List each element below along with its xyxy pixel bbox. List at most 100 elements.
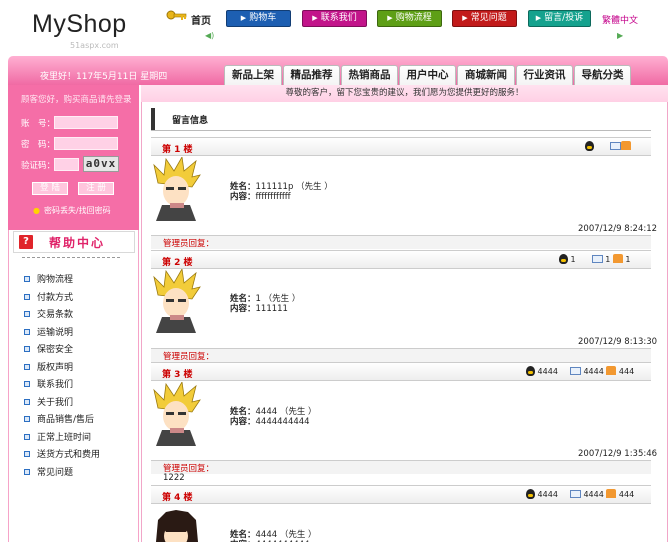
captcha-image[interactable]: a0vx: [83, 156, 119, 172]
mail-icon[interactable]: [591, 255, 603, 263]
homepage-icon[interactable]: [621, 141, 631, 150]
bullet-icon: ●: [33, 206, 40, 215]
help-item-terms[interactable]: 交易条款: [24, 307, 73, 320]
account-label: 账 号：: [21, 119, 56, 129]
bullet-icon: [24, 329, 30, 335]
tab-industry[interactable]: 行业资讯: [516, 65, 573, 86]
post-contact-icons: 1 1 1: [559, 254, 630, 264]
bullet-icon: [24, 381, 30, 387]
nav-cart-button[interactable]: ▶ 购物车: [226, 10, 291, 27]
help-item-after-sales[interactable]: 商品销售/售后: [24, 412, 94, 425]
arrow-right-icon: ▶: [312, 14, 318, 22]
bullet-icon: [24, 434, 30, 440]
tab-news[interactable]: 商城新闻: [457, 65, 515, 86]
main-content: [141, 102, 668, 542]
password-input[interactable]: [54, 137, 118, 150]
nav-guestbook-button[interactable]: ▶ 留言/投诉: [528, 10, 591, 27]
bullet-icon: [24, 311, 30, 317]
post-header: 第 4 楼 4444 4444 444: [151, 485, 651, 504]
captcha-input[interactable]: [54, 158, 79, 171]
help-item-security[interactable]: 保密安全: [24, 342, 73, 355]
arrow-right-icon: ▶: [387, 14, 393, 22]
tab-new-arrivals[interactable]: 新品上架: [224, 65, 282, 86]
captcha-label: 验证码：: [21, 161, 56, 171]
help-item-shopping-process[interactable]: 购物流程: [24, 272, 73, 285]
nav-contact-button[interactable]: ▶ 联系我们: [302, 10, 367, 27]
qq-icon[interactable]: [526, 489, 535, 499]
traditional-chinese-link[interactable]: 繁體中文: [602, 13, 638, 26]
tab-hot-products[interactable]: 热销商品: [341, 65, 398, 86]
tab-categories[interactable]: 导航分类: [574, 65, 631, 86]
post-floor: 第 4 楼: [162, 493, 193, 503]
homepage-icon[interactable]: [606, 489, 617, 498]
bullet-icon: [24, 294, 30, 300]
post-content: 内容：ffffffffffff: [230, 192, 291, 202]
admin-reply-bar: 管理员回复：: [151, 348, 651, 362]
post-floor: 第 1 楼: [162, 145, 193, 155]
divider: [22, 257, 120, 258]
bullet-icon: [24, 346, 30, 352]
user-avatar: [153, 157, 201, 221]
password-label: 密 码：: [21, 140, 56, 150]
bullet-icon: [24, 451, 30, 457]
section-header: 留言信息: [151, 108, 651, 130]
arrow-small-icon: ▶: [617, 31, 624, 40]
admin-reply-bar: 管理员回复：: [151, 235, 651, 249]
post-header: 第 2 楼 1 1 1: [151, 250, 651, 269]
notice-banner: 尊敬的客户，留下您宝贵的建议，我们愿为您提供更好的服务！: [141, 85, 668, 102]
divider: [151, 130, 651, 131]
post-header: 第 1 楼: [151, 137, 651, 156]
help-item-contact[interactable]: 联系我们: [24, 377, 73, 390]
nav-faq-button[interactable]: ▶ 常见问题: [452, 10, 517, 27]
site-logo[interactable]: MyShop: [32, 10, 127, 39]
admin-reply-text: 1222: [163, 473, 185, 483]
help-title: 帮助中心: [49, 236, 106, 250]
logo-subtitle: 51aspx.com: [70, 41, 119, 50]
user-avatar: [156, 510, 198, 542]
post-contact-icons: 4444 4444 444: [526, 366, 634, 376]
arrow-right-icon: ▶: [535, 14, 542, 22]
nav-process-button[interactable]: ▶ 购物流程: [377, 10, 442, 27]
help-item-payment[interactable]: 付款方式: [24, 290, 73, 303]
user-avatar: [153, 382, 201, 446]
question-icon: ?: [19, 235, 33, 249]
post-floor: 第 2 楼: [162, 258, 193, 268]
help-item-hours[interactable]: 正常上班时间: [24, 430, 91, 443]
mail-icon[interactable]: [569, 490, 581, 498]
user-avatar: [153, 269, 201, 333]
post-contact-icons: [585, 141, 631, 151]
qq-icon[interactable]: [585, 141, 594, 151]
help-item-shipping[interactable]: 运输说明: [24, 325, 73, 338]
post-content: 内容：4444444444: [230, 417, 310, 427]
login-title: 顾客您好，购买商品请先登录: [21, 95, 132, 105]
help-item-faq[interactable]: 常见问题: [24, 465, 73, 478]
arrow-right-icon: ▶: [240, 14, 247, 22]
qq-icon[interactable]: [526, 366, 535, 376]
forgot-password-link[interactable]: ● 密码丢失/找回密码: [33, 205, 111, 216]
mail-icon[interactable]: [569, 367, 581, 375]
qq-icon[interactable]: [559, 254, 568, 264]
bullet-icon: [24, 276, 30, 282]
login-button[interactable]: 登 陆: [32, 182, 68, 195]
register-button[interactable]: 注 册: [78, 182, 114, 195]
post-contact-icons: 4444 4444 444: [526, 489, 634, 499]
help-item-about[interactable]: 关于我们: [24, 395, 73, 408]
bullet-icon: [24, 399, 30, 405]
post-floor: 第 3 楼: [162, 370, 193, 380]
section-title: 留言信息: [172, 116, 209, 126]
account-input[interactable]: [54, 116, 118, 129]
post-header: 第 3 楼 4444 4444 444: [151, 362, 651, 381]
homepage-icon[interactable]: [612, 254, 623, 263]
arrow-right-icon: ▶: [462, 14, 468, 22]
post-date: 2007/12/9 1:35:46: [578, 449, 658, 459]
bullet-icon: [24, 416, 30, 422]
tab-recommended[interactable]: 精品推荐: [283, 65, 340, 86]
homepage-icon[interactable]: [606, 366, 617, 375]
speaker-icon: ◀): [205, 31, 215, 40]
help-item-delivery[interactable]: 送货方式和费用: [24, 447, 100, 460]
home-link[interactable]: 首页: [191, 12, 211, 27]
tab-user-center[interactable]: 用户中心: [399, 65, 456, 86]
site-header: MyShop 51aspx.com 首页 ▶ 购物车 ▶ 联系我们 ▶ 购物流程 ▶ 常…: [0, 0, 672, 56]
mail-icon[interactable]: [610, 142, 621, 150]
help-item-copyright[interactable]: 版权声明: [24, 360, 73, 373]
